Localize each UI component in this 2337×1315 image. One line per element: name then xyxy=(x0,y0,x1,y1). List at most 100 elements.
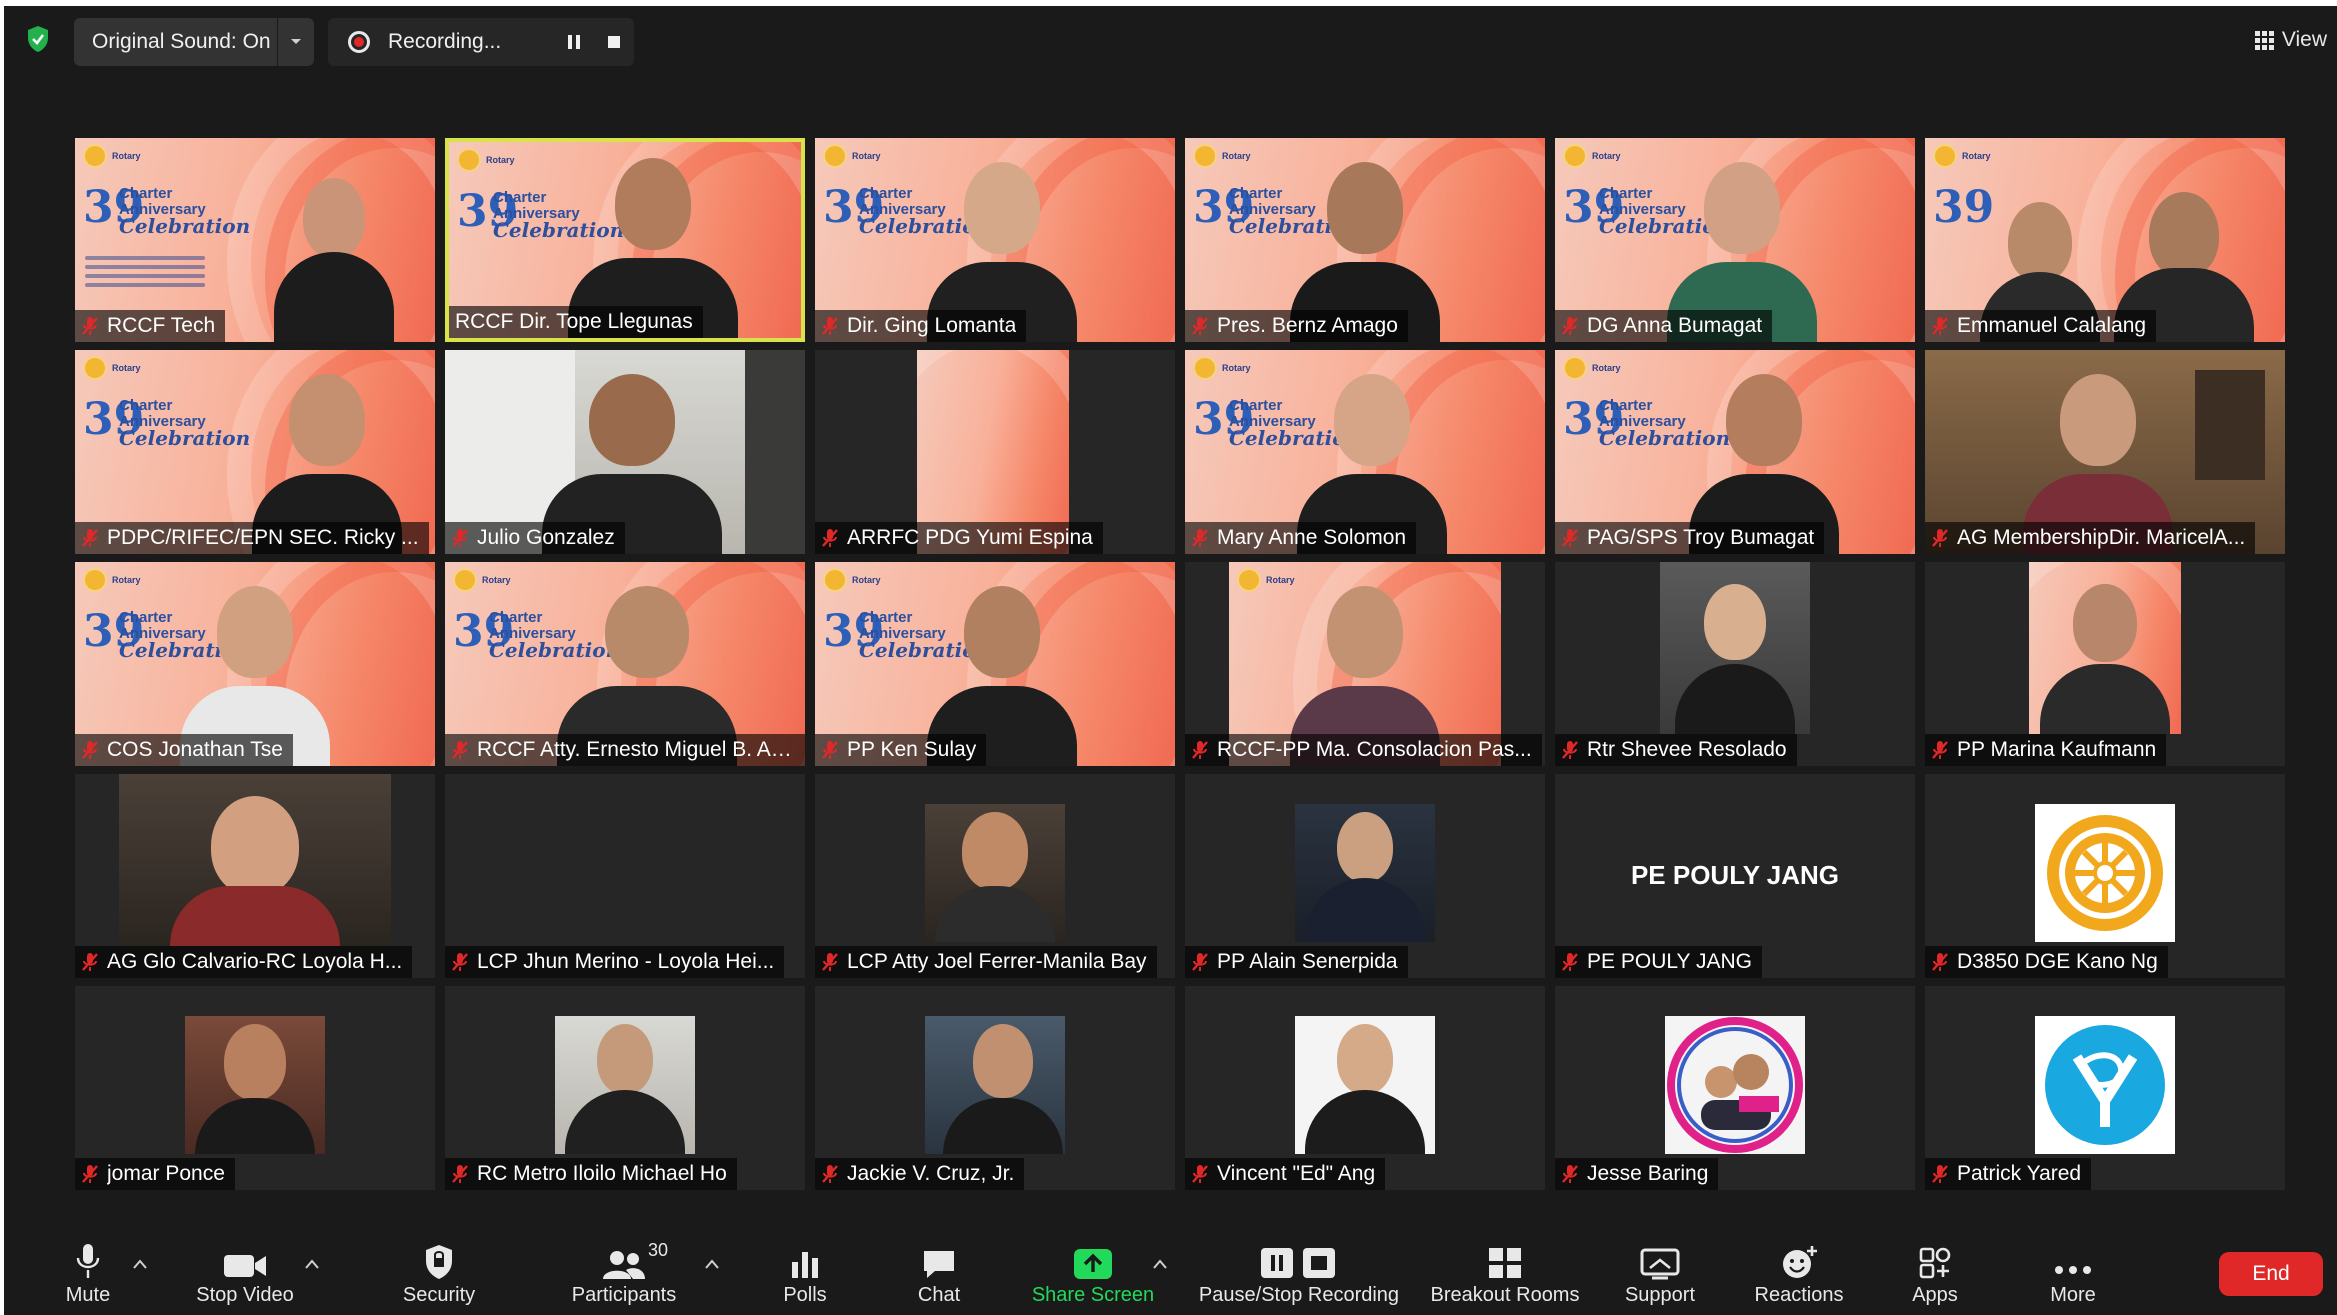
participant-tile[interactable]: LCP Jhun Merino - Loyola Hei... xyxy=(445,774,805,978)
py-logo xyxy=(2035,1016,2175,1154)
support-button[interactable]: Support xyxy=(1616,1236,1704,1315)
pause-recording-button[interactable] xyxy=(554,22,594,62)
recording-indicator: Recording... xyxy=(328,18,634,66)
zoom-meeting-window: Original Sound: On Recording... View Rot… xyxy=(4,6,2337,1315)
chevron-up-icon[interactable] xyxy=(1152,1258,1168,1270)
breakout-rooms-icon xyxy=(1489,1248,1521,1278)
muted-mic-icon xyxy=(452,953,468,971)
participant-name: DG Anna Bumagat xyxy=(1587,314,1763,337)
participant-tile[interactable]: LCP Atty Joel Ferrer-Manila Bay xyxy=(815,774,1175,978)
participant-tile[interactable]: Patrick Yared xyxy=(1925,986,2285,1190)
participant-name: ARRFC PDG Yumi Espina xyxy=(847,526,1093,549)
participant-tile[interactable]: Rotary 39 Charter Anniversary Celebration … xyxy=(1185,138,1545,342)
muted-mic-icon xyxy=(1192,953,1208,971)
muted-mic-icon xyxy=(1192,741,1208,759)
participant-tile[interactable]: Rtr Shevee Resolado xyxy=(1555,562,1915,766)
original-sound-toggle[interactable]: Original Sound: On xyxy=(74,18,314,66)
share-screen-icon xyxy=(1074,1249,1112,1279)
end-meeting-button[interactable]: End xyxy=(2219,1252,2323,1296)
avatar xyxy=(925,1016,1065,1154)
chevron-up-icon[interactable] xyxy=(132,1258,148,1270)
participant-tile[interactable]: AG Glo Calvario-RC Loyola H... xyxy=(75,774,435,978)
participant-name: PP Marina Kaufmann xyxy=(1957,738,2157,761)
muted-mic-icon xyxy=(1192,529,1208,547)
pause-icon xyxy=(568,35,580,49)
participant-tile[interactable]: Rotary 39 Emmanuel Calalang xyxy=(1925,138,2285,342)
shield-check-icon[interactable] xyxy=(26,25,50,53)
participant-name: RCCF Tech xyxy=(107,314,216,337)
participant-tile[interactable]: ARRFC PDG Yumi Espina xyxy=(815,350,1175,554)
top-bar: Original Sound: On Recording... View xyxy=(4,6,2337,68)
stop-video-button[interactable]: Stop Video xyxy=(190,1236,300,1315)
participant-name: Jackie V. Cruz, Jr. xyxy=(847,1162,1015,1185)
participant-name: jomar Ponce xyxy=(107,1162,225,1185)
participant-tile[interactable]: Rotary 39 Charter Anniversary Celebration … xyxy=(75,350,435,554)
avatar xyxy=(1665,1016,1805,1154)
original-sound-label: Original Sound: On xyxy=(92,30,271,53)
participant-tile[interactable]: Rotary 39 Charter Anniversary Celebration … xyxy=(815,562,1175,766)
chevron-up-icon[interactable] xyxy=(704,1258,720,1270)
participant-tile[interactable]: jomar Ponce xyxy=(75,986,435,1190)
participant-name: LCP Jhun Merino - Loyola Hei... xyxy=(477,950,775,973)
participant-tile-active-speaker[interactable]: Rotary 39 Charter Anniversary Celebration … xyxy=(445,138,805,342)
participant-tile[interactable]: AG MembershipDir. MaricelA... xyxy=(1925,350,2285,554)
muted-mic-icon xyxy=(822,317,838,335)
participant-tile[interactable]: PP Marina Kaufmann xyxy=(1925,562,2285,766)
chat-button[interactable]: Chat xyxy=(904,1236,974,1315)
muted-mic-icon xyxy=(1192,317,1208,335)
participant-tile[interactable]: Rotary 39 Charter Anniversary Celebration … xyxy=(75,138,435,342)
muted-mic-icon xyxy=(82,953,98,971)
muted-mic-icon xyxy=(1932,953,1948,971)
record-icon xyxy=(348,31,370,53)
avatar xyxy=(1295,804,1435,942)
microphone-icon xyxy=(76,1244,100,1278)
mute-button[interactable]: Mute xyxy=(58,1236,118,1315)
participant-tile[interactable]: Jesse Baring xyxy=(1555,986,1915,1190)
participant-name: COS Jonathan Tse xyxy=(107,738,283,761)
reactions-button[interactable]: Reactions xyxy=(1744,1236,1854,1315)
participant-name: PDPC/RIFEC/EPN SEC. Ricky ... xyxy=(107,526,419,549)
participant-name: PP Alain Senerpida xyxy=(1217,950,1398,973)
more-button[interactable]: More xyxy=(2038,1236,2108,1315)
muted-mic-icon xyxy=(1932,1165,1948,1183)
participant-tile[interactable]: Rotary 39 Charter Anniversary Celebration … xyxy=(1185,350,1545,554)
participant-tile[interactable]: Rotary 39 Charter Anniversary Celebration … xyxy=(1555,138,1915,342)
muted-mic-icon xyxy=(1562,529,1578,547)
breakout-rooms-button[interactable]: Breakout Rooms xyxy=(1420,1236,1590,1315)
muted-mic-icon xyxy=(452,1165,468,1183)
pause-stop-recording-button[interactable]: Pause/Stop Recording xyxy=(1194,1236,1404,1315)
participant-name: PP Ken Sulay xyxy=(847,738,977,761)
chevron-up-icon[interactable] xyxy=(304,1258,320,1270)
participant-tile[interactable]: Vincent "Ed" Ang xyxy=(1185,986,1545,1190)
muted-mic-icon xyxy=(822,1165,838,1183)
participant-name: Jesse Baring xyxy=(1587,1162,1709,1185)
muted-mic-icon xyxy=(822,741,838,759)
polls-button[interactable]: Polls xyxy=(770,1236,840,1315)
participants-count: 30 xyxy=(648,1240,669,1260)
security-button[interactable]: Security xyxy=(394,1236,484,1315)
muted-mic-icon xyxy=(1562,1165,1578,1183)
participant-tile[interactable]: RC Metro Iloilo Michael Ho xyxy=(445,986,805,1190)
participant-tile[interactable]: PE POULY JANG PE POULY JANG xyxy=(1555,774,1915,978)
participant-name: Patrick Yared xyxy=(1957,1162,2082,1185)
participant-tile[interactable]: Rotary 39 Charter Anniversary Celebration … xyxy=(445,562,805,766)
apps-button[interactable]: Apps xyxy=(1900,1236,1970,1315)
participant-name: Pres. Bernz Amago xyxy=(1217,314,1398,337)
video-camera-icon xyxy=(224,1255,266,1277)
view-button[interactable]: View xyxy=(2254,20,2327,60)
muted-mic-icon xyxy=(82,741,98,759)
stop-recording-button[interactable] xyxy=(594,22,634,62)
participant-tile[interactable]: PP Alain Senerpida xyxy=(1185,774,1545,978)
participant-tile[interactable]: Rotary 39 Charter Anniversary Celebration … xyxy=(1555,350,1915,554)
participant-tile[interactable]: Julio Gonzalez xyxy=(445,350,805,554)
video-feed xyxy=(119,774,391,946)
chevron-down-icon[interactable] xyxy=(277,18,314,66)
participant-tile[interactable]: Rotary 39 Charter Anniversary Celebration … xyxy=(815,138,1175,342)
participant-tile[interactable]: Rotary 39 Charter Anniversary Celebration … xyxy=(75,562,435,766)
bar-chart-icon xyxy=(792,1252,818,1278)
participant-tile[interactable]: Rotary RCCF-PP Ma. Consolacion Pas... xyxy=(1185,562,1545,766)
muted-mic-icon xyxy=(1192,1165,1208,1183)
share-screen-button[interactable]: Share Screen xyxy=(1028,1236,1158,1315)
participant-tile[interactable]: Jackie V. Cruz, Jr. xyxy=(815,986,1175,1190)
participant-tile[interactable]: D3850 DGE Kano Ng xyxy=(1925,774,2285,978)
